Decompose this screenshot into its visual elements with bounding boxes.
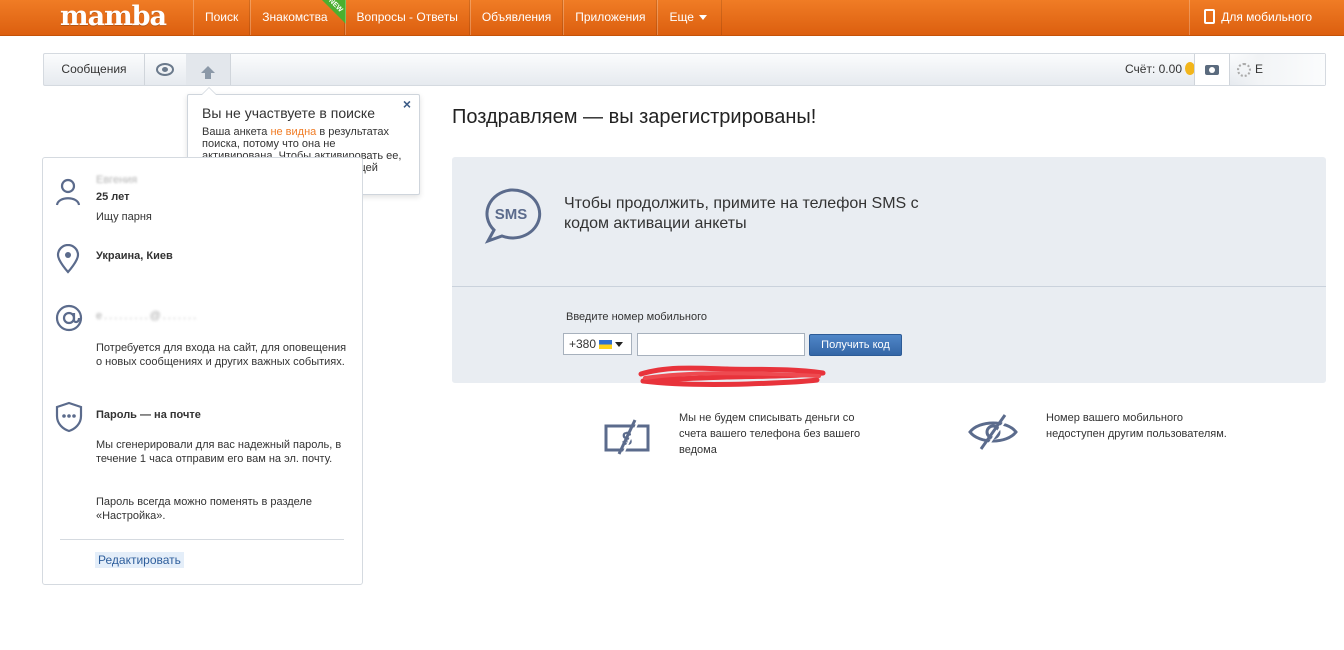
nav-dating-label: Знакомства: [262, 10, 328, 24]
nav-search-label: Поиск: [205, 10, 239, 24]
tooltip-body-highlight: не видна: [270, 126, 317, 138]
mamba-logo[interactable]: mamba: [60, 1, 167, 33]
top-navigation-bar: mamba Поиск Знакомства NEW Вопросы - Отв…: [0, 0, 1344, 36]
sms-activation-panel: SMS Чтобы продолжить, примите на телефон…: [452, 157, 1326, 383]
profile-city: Украина, Киев: [96, 250, 173, 262]
country-code-value: +380: [569, 337, 597, 351]
arrow-up-icon: [201, 66, 215, 80]
visitors-button[interactable]: [144, 54, 187, 85]
email-note: Потребуется для входа на сайт, для опове…: [96, 342, 347, 368]
user-toolbar: Сообщения Счёт: 0.00 Е: [43, 53, 1326, 86]
account-balance-label: Счёт: 0.00: [1125, 62, 1182, 76]
tooltip-title: Вы не участвуете в поиске: [202, 105, 375, 121]
profile-age: 25 лет: [96, 191, 130, 203]
phone-icon: [1204, 9, 1216, 24]
privacy-note: Номер вашего мобильного недоступен други…: [1046, 412, 1227, 440]
chevron-down-icon: [698, 15, 707, 21]
nav-search[interactable]: Поиск: [193, 0, 251, 35]
location-pin-icon: [56, 244, 80, 274]
messages-link[interactable]: Сообщения: [44, 54, 145, 85]
red-scribble-annotation: [638, 365, 826, 387]
nav-dating[interactable]: Знакомства NEW: [250, 0, 346, 35]
ukraine-flag-icon: [599, 340, 613, 349]
camera-icon: [1205, 64, 1219, 75]
country-code-select[interactable]: +380: [563, 333, 632, 355]
user-icon: [55, 178, 81, 206]
messages-label: Сообщения: [61, 62, 127, 76]
phone-number-input[interactable]: [637, 333, 805, 356]
gear-icon: [1237, 62, 1251, 77]
tooltip-body-start: Ваша анкета: [202, 126, 271, 138]
nav-more-label: Еще: [669, 10, 694, 24]
password-title: Пароль — на почте: [96, 409, 201, 421]
nav-more[interactable]: Еще: [657, 0, 722, 35]
divider: [60, 539, 344, 540]
nav-apps-label: Приложения: [575, 10, 646, 24]
profile-seeking: Ищу парня: [96, 211, 152, 223]
get-code-button[interactable]: Получить код: [809, 334, 902, 356]
profile-email: e.........@.......: [96, 310, 199, 322]
no-charge-note: Мы не будем списывать деньги со счета ва…: [679, 412, 861, 456]
nav-ads[interactable]: Объявления: [469, 0, 564, 35]
page-title: Поздравляем — вы зарегистрированы!: [452, 106, 817, 128]
mobile-version-label: Для мобильного: [1221, 10, 1312, 24]
eye-icon: [156, 63, 174, 77]
nav-questions-label: Вопросы - Ответы: [356, 10, 458, 24]
user-menu[interactable]: Е: [1231, 54, 1325, 85]
panel-divider: [452, 286, 1326, 287]
sms-icon-label: SMS: [495, 206, 528, 223]
main-nav: Поиск Знакомства NEW Вопросы - Ответы Об…: [193, 0, 722, 35]
account-balance[interactable]: Счёт: 0.00: [1125, 54, 1195, 85]
nav-questions[interactable]: Вопросы - Ответы: [344, 0, 470, 35]
eye-hidden-icon: [968, 414, 1018, 452]
chevron-down-icon: [615, 342, 624, 347]
user-name: Е: [1255, 62, 1264, 76]
photo-button[interactable]: [1194, 54, 1230, 85]
profile-card: Евгения 25 лет Ищу парня Украина, Киев e…: [42, 157, 363, 585]
edit-profile-button[interactable]: Редактировать: [95, 552, 184, 568]
mobile-version-link[interactable]: Для мобильного: [1189, 0, 1344, 35]
nav-ads-label: Объявления: [481, 10, 552, 24]
at-sign-icon: [55, 304, 83, 332]
nav-apps[interactable]: Приложения: [563, 0, 658, 35]
profile-name: Евгения: [96, 174, 138, 186]
phone-label: Введите номер мобильного: [566, 311, 707, 323]
password-note: Мы сгенерировали для вас надежный пароль…: [96, 439, 342, 465]
sms-instruction: Чтобы продолжить, примите на телефон SMS…: [564, 195, 919, 232]
password-note-settings: Пароль всегда можно поменять в разделе «…: [96, 496, 312, 522]
no-money-icon: $: [604, 419, 650, 456]
boost-button[interactable]: [186, 54, 231, 85]
shield-password-icon: [55, 401, 83, 433]
close-icon[interactable]: ×: [403, 96, 411, 112]
sms-icon: SMS: [484, 188, 542, 244]
